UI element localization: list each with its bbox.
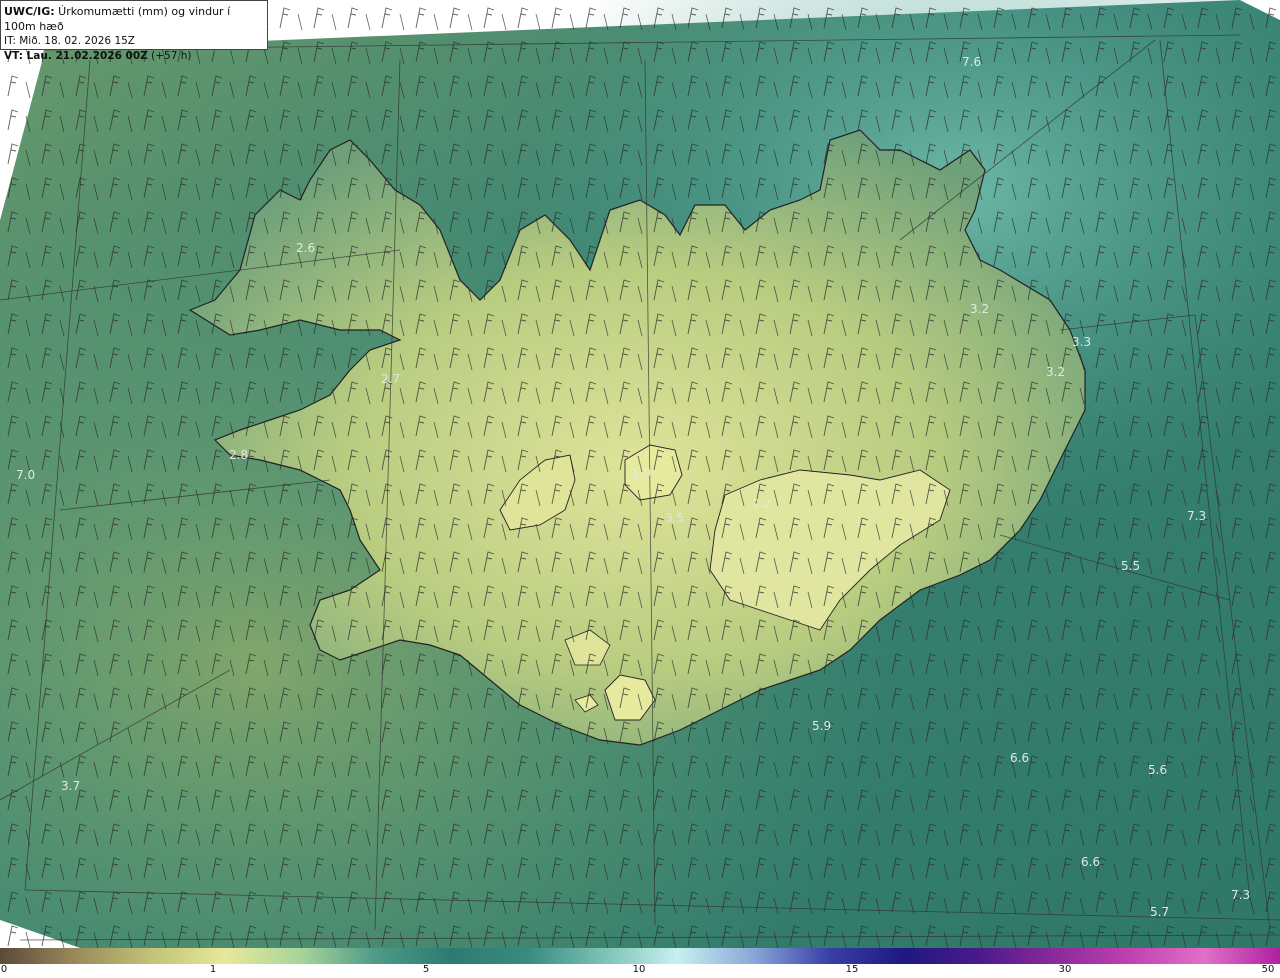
- product-prefix: UWC/IG:: [4, 5, 55, 18]
- value-label: 7.3: [1187, 509, 1206, 523]
- colorbar-tick: 15: [845, 964, 859, 975]
- colorbar-ticks: 0 1 5 10 15 30 50: [0, 964, 1280, 978]
- value-label: 7.6: [962, 55, 981, 69]
- value-label: 7.3: [1231, 888, 1250, 902]
- value-label: 5.7: [1150, 905, 1169, 919]
- value-label: 3.5: [665, 511, 684, 525]
- value-label: 7.0: [16, 468, 35, 482]
- valid-time-line: VT: Lau. 21.02.2026 00Z (+57 h): [4, 49, 264, 64]
- value-label: 3.7: [61, 779, 80, 793]
- colorbar-tick: 1: [209, 964, 217, 975]
- value-label: 5.5: [1121, 559, 1140, 573]
- colorbar-tick: 30: [1058, 964, 1072, 975]
- colorbar-tick: 5: [422, 964, 430, 975]
- precipitation-colorbar: [0, 948, 1280, 964]
- value-label: 3.2: [1046, 365, 1065, 379]
- value-label: 2.6: [296, 241, 315, 255]
- init-time: IT: Mið. 18. 02. 2026 15Z: [4, 35, 135, 47]
- value-label: 6.6: [1010, 751, 1029, 765]
- map-info-box: UWC/IG: Úrkomumætti (mm) og vindur í 100…: [0, 0, 268, 62]
- value-label: 5.9: [812, 719, 831, 733]
- colorbar-tick: 0: [0, 964, 8, 975]
- colorbar-tick: 50: [1261, 964, 1275, 975]
- forecast-hour: (+57 h): [147, 50, 192, 62]
- value-label: 5.6: [1148, 763, 1167, 777]
- value-label: 1.0: [632, 466, 651, 480]
- product-title-line: UWC/IG: Úrkomumætti (mm) og vindur í 100…: [4, 4, 264, 34]
- value-label: 3.3: [1072, 335, 1091, 349]
- value-label: 2.8: [229, 448, 248, 462]
- colorbar-tick: 10: [632, 964, 646, 975]
- value-label: 2.7: [381, 372, 400, 386]
- value-label: 2.2: [752, 497, 771, 511]
- precipitation-wind-map: 7.6 2.6 2.7 2.8 7.0 3.2 3.3 3.2 1.0 3.5 …: [0, 0, 1280, 948]
- value-label: 6.6: [1081, 855, 1100, 869]
- valid-time: VT: Lau. 21.02.2026 00Z: [4, 50, 148, 62]
- value-label: 3.2: [970, 302, 989, 316]
